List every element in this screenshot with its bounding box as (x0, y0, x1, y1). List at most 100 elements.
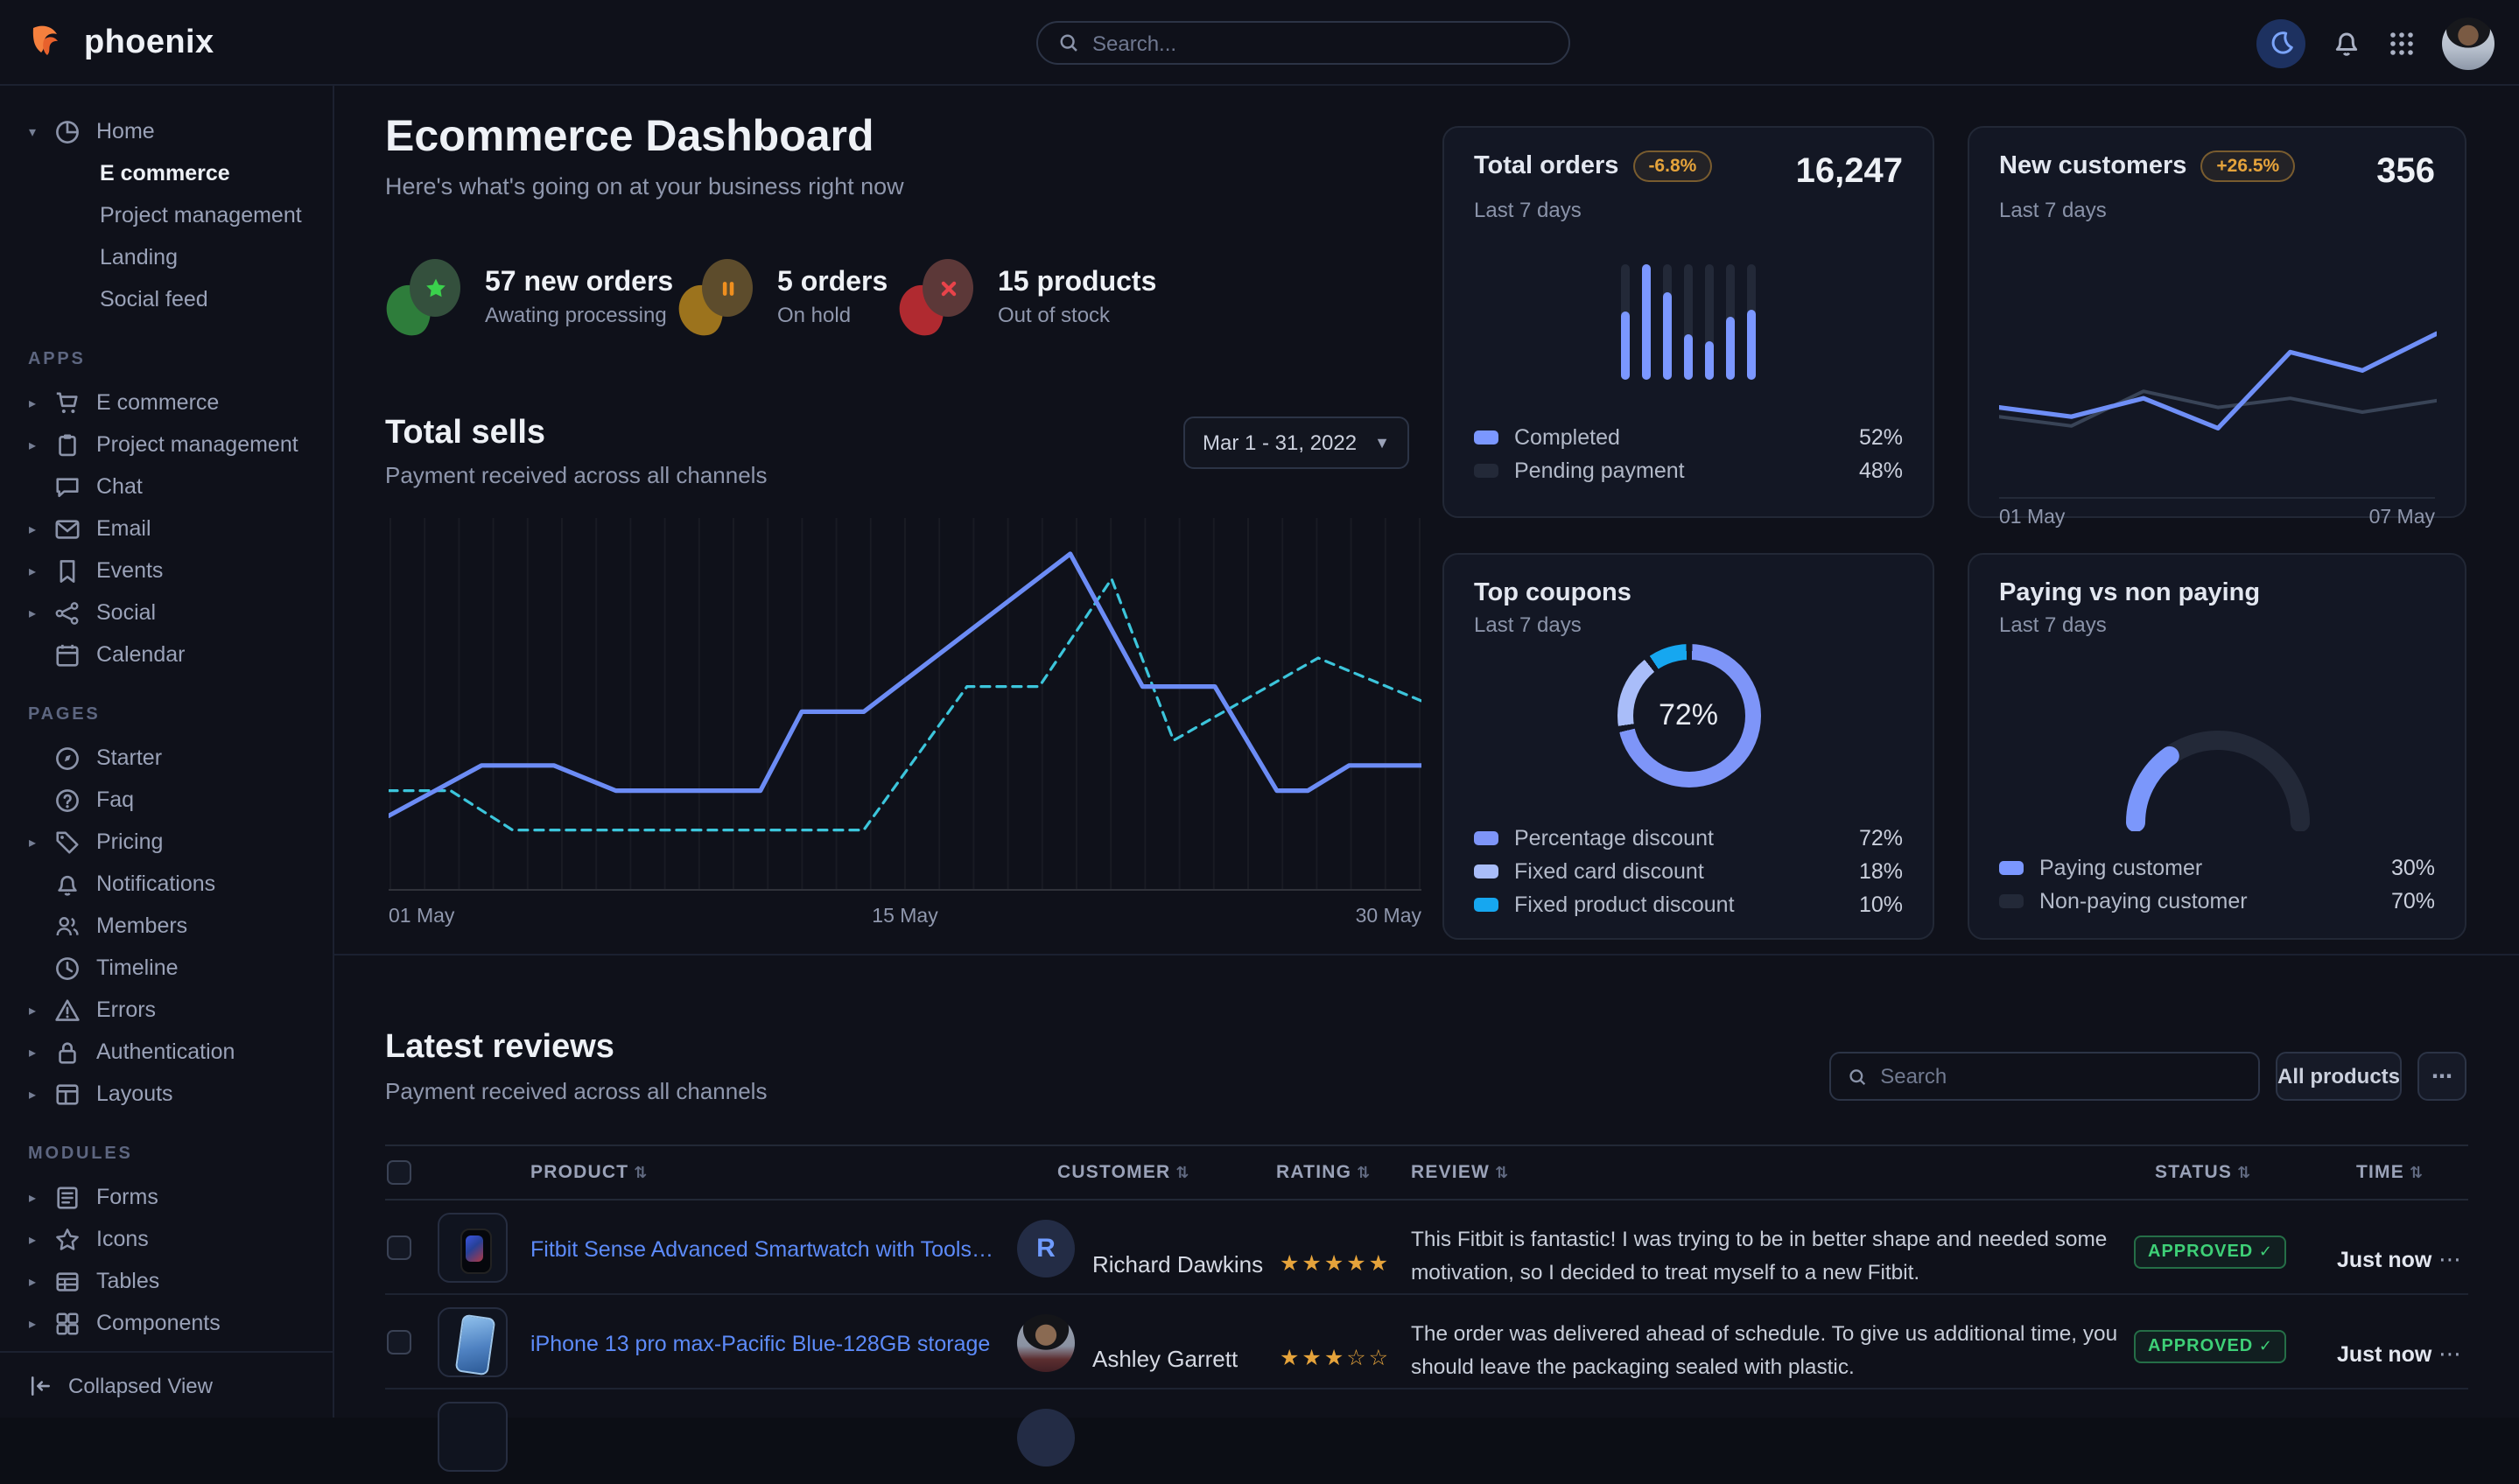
brand[interactable]: phoenix (28, 0, 214, 86)
sort-icon: ⇅ (1175, 1164, 1189, 1181)
sidebar-item-label: Layouts (96, 1082, 173, 1106)
column-header-time[interactable]: TIME⇅ (2356, 1162, 2424, 1183)
column-header-customer[interactable]: CUSTOMER⇅ (1057, 1162, 1190, 1183)
reviews-more-button[interactable]: ⋯ (2417, 1052, 2466, 1101)
customer-avatar[interactable] (1017, 1409, 1075, 1466)
sidebar-item-label: Chat (96, 474, 143, 499)
caret-icon: ▸ (25, 563, 40, 578)
caret-icon: ▸ (25, 521, 40, 536)
new-customers-line-chart (1999, 264, 2437, 495)
caret-icon: ▸ (25, 1002, 40, 1018)
sidebar-item-landing[interactable]: Landing (25, 236, 319, 278)
column-header-review[interactable]: REVIEW⇅ (1411, 1162, 1509, 1183)
sidebar-item-starter[interactable]: Starter (25, 737, 319, 779)
caret-icon: ▸ (25, 1086, 40, 1102)
sidebar-section-modules: MODULES (28, 1144, 319, 1164)
column-header-status[interactable]: STATUS⇅ (2155, 1162, 2251, 1183)
sidebar-item-authentication[interactable]: ▸Authentication (25, 1031, 319, 1073)
sort-icon: ⇅ (634, 1164, 648, 1181)
latest-reviews-title: Latest reviews (385, 1029, 614, 1068)
caret-icon: ▸ (25, 605, 40, 620)
sidebar-item-members[interactable]: Members (25, 905, 319, 947)
sidebar-item-social[interactable]: ▸Social (25, 592, 319, 634)
sidebar-item-layouts[interactable]: ▸ Layouts (25, 1073, 319, 1115)
global-search[interactable] (1036, 21, 1570, 65)
x-tick: 30 May (1356, 906, 1421, 928)
sidebar-item-label: Project management (96, 432, 298, 457)
row-menu-button[interactable]: ⋯ (2438, 1246, 2461, 1274)
stat-caption: On hold (777, 303, 888, 327)
reviews-search-input[interactable] (1880, 1064, 2241, 1088)
x-tick: 01 May (389, 906, 454, 928)
sidebar-item-social-feed[interactable]: Social feed (25, 278, 319, 320)
sidebar-item-notifications[interactable]: Notifications (25, 863, 319, 905)
row-checkbox[interactable] (387, 1330, 411, 1354)
sidebar-item-calendar[interactable]: Calendar (25, 634, 319, 676)
order-bar (1621, 264, 1630, 380)
select-all-checkbox[interactable] (387, 1160, 411, 1185)
legend-item: Fixed card discount 18% (1474, 854, 1903, 887)
sidebar-section-pages: PAGES (28, 705, 319, 724)
date-range-select[interactable]: Mar 1 - 31, 2022 ▼ (1183, 416, 1409, 469)
caret-icon: ▸ (25, 437, 40, 452)
legend-item: Non-paying customer 70% (1999, 884, 2435, 917)
theme-toggle-button[interactable] (2256, 18, 2305, 67)
sidebar-item-project-management[interactable]: Project management (25, 194, 319, 236)
legend-label: Non-paying customer (2039, 888, 2248, 913)
sidebar-item-label: Project management (100, 203, 302, 228)
customer-avatar[interactable]: R (1017, 1220, 1075, 1278)
legend-swatch (1999, 893, 2024, 907)
sidebar-item-chat[interactable]: Chat (25, 466, 319, 508)
card-title: Total orders (1474, 152, 1618, 180)
sort-icon: ⇅ (1495, 1164, 1509, 1181)
reviews-search[interactable] (1829, 1052, 2260, 1101)
row-checkbox[interactable] (387, 1236, 411, 1260)
stat-new-orders: 57 new orders Awating processing (387, 256, 673, 340)
sidebar-item-events[interactable]: ▸Events (25, 550, 319, 592)
product-link[interactable]: Fitbit Sense Advanced Smartwatch with To… (530, 1237, 994, 1262)
sidebar-item-tables[interactable]: ▸Tables (25, 1260, 319, 1302)
row-menu-button[interactable]: ⋯ (2438, 1340, 2461, 1368)
notifications-button[interactable] (2332, 28, 2361, 58)
legend-value: 70% (2391, 888, 2435, 913)
sidebar-item-label: Components (96, 1311, 221, 1335)
bell-icon (2332, 28, 2361, 58)
sidebar-item-faq[interactable]: Faq (25, 779, 319, 821)
apps-grid-button[interactable] (2388, 29, 2416, 57)
order-bar (1642, 264, 1651, 380)
legend-item: Fixed product discount 10% (1474, 887, 1903, 920)
product-thumbnail-smartwatch[interactable] (438, 1213, 508, 1283)
column-header-rating[interactable]: RATING⇅ (1276, 1162, 1371, 1183)
sidebar: ▾HomeE commerce Project management Landing… (0, 86, 334, 1418)
card-period: Last 7 days (1474, 612, 1903, 637)
review-text: The order was delivered ahead of schedul… (1411, 1318, 2120, 1384)
collapse-icon (28, 1373, 53, 1397)
sidebar-item-e-commerce[interactable]: E commerce (25, 152, 319, 194)
user-avatar[interactable] (2442, 17, 2494, 69)
legend-label: Percentage discount (1514, 825, 1714, 850)
sidebar-item-forms[interactable]: ▸Forms (25, 1176, 319, 1218)
product-link[interactable]: iPhone 13 pro max-Pacific Blue-128GB sto… (530, 1332, 990, 1356)
product-thumbnail-iphone[interactable] (438, 1307, 508, 1377)
sidebar-item-project-management[interactable]: ▸ Project management (25, 424, 319, 466)
sidebar-item-label: Notifications (96, 872, 215, 896)
column-header-product[interactable]: PRODUCT⇅ (530, 1162, 649, 1183)
all-products-filter-button[interactable]: All products (2276, 1052, 2402, 1101)
sidebar-item-icons[interactable]: ▸Icons (25, 1218, 319, 1260)
caret-icon: ▾ (25, 123, 40, 139)
search-input[interactable] (1092, 31, 1547, 55)
sidebar-item-label: Pricing (96, 830, 163, 854)
collapse-view-button[interactable]: Collapsed View (0, 1351, 333, 1418)
customer-avatar[interactable] (1017, 1314, 1075, 1372)
caret-icon: ▸ (25, 834, 40, 850)
sidebar-item-e-commerce[interactable]: ▸E commerce (25, 382, 319, 424)
sidebar-item-timeline[interactable]: Timeline (25, 947, 319, 989)
sidebar-item-label: Landing (100, 245, 178, 270)
sidebar-item-pricing[interactable]: ▸ Pricing (25, 821, 319, 863)
x-tick: 15 May (872, 906, 937, 928)
sidebar-item-components[interactable]: ▸Components (25, 1302, 319, 1344)
sidebar-item-home[interactable]: ▾Home (25, 110, 319, 152)
product-thumbnail[interactable] (438, 1402, 508, 1472)
sidebar-item-errors[interactable]: ▸Errors (25, 989, 319, 1031)
sidebar-item-email[interactable]: ▸Email (25, 508, 319, 550)
